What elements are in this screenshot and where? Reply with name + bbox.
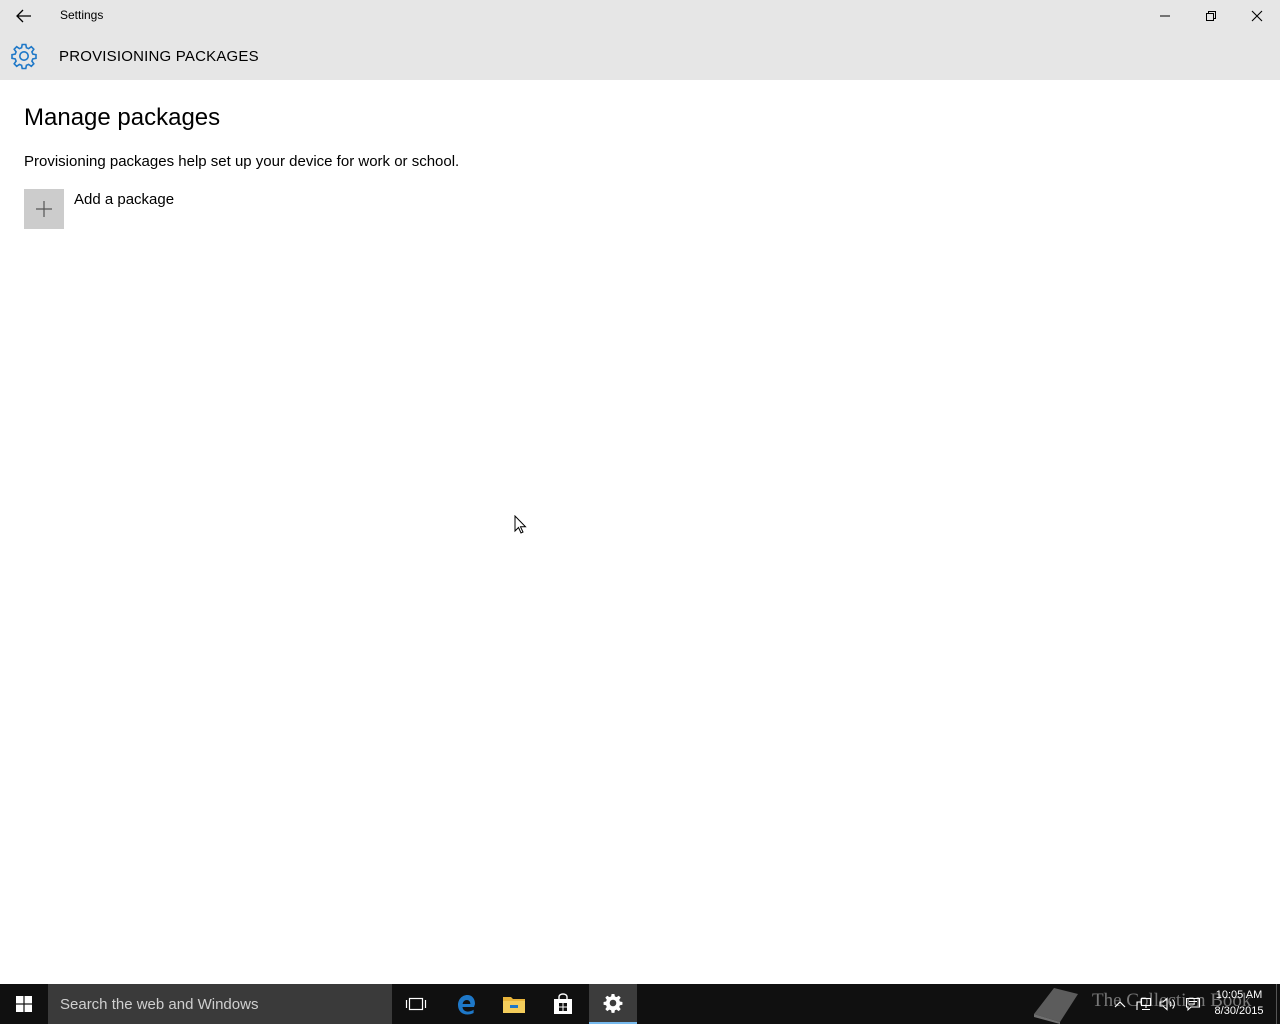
- volume-icon: [1159, 997, 1175, 1011]
- store-icon: [554, 993, 572, 1014]
- start-button[interactable]: [0, 984, 48, 1024]
- network-button[interactable]: [1132, 984, 1156, 1024]
- action-center-button[interactable]: [1181, 984, 1205, 1024]
- clock-date: 8/30/2015: [1214, 1005, 1264, 1017]
- chevron-up-icon: [1114, 1001, 1126, 1008]
- taskbar-store[interactable]: [539, 984, 587, 1024]
- title-bar: Settings: [0, 0, 1280, 32]
- clock-time: 10:05 AM: [1215, 989, 1263, 1001]
- file-explorer-icon: [503, 997, 525, 1013]
- show-hidden-icons-button[interactable]: [1108, 984, 1132, 1024]
- settings-gear-icon: [11, 43, 37, 70]
- close-icon: [1251, 10, 1263, 22]
- taskbar: Search the web and Windows The Collectio…: [0, 984, 1280, 1024]
- minimize-button[interactable]: [1142, 0, 1188, 32]
- task-view-button[interactable]: [392, 984, 440, 1024]
- taskbar-clock[interactable]: 10:05 AM 8/30/2015: [1208, 987, 1270, 1019]
- network-icon: [1136, 997, 1152, 1011]
- taskbar-edge[interactable]: [442, 984, 490, 1024]
- close-button[interactable]: [1234, 0, 1280, 32]
- taskbar-search-box[interactable]: Search the web and Windows: [48, 984, 392, 1024]
- taskbar-file-explorer[interactable]: [490, 984, 538, 1024]
- add-package-tile[interactable]: [24, 189, 64, 229]
- settings-icon: [603, 993, 623, 1013]
- window-title: Settings: [60, 8, 104, 22]
- back-button[interactable]: [0, 0, 48, 32]
- action-center-icon: [1185, 997, 1201, 1011]
- taskbar-settings[interactable]: [589, 984, 637, 1024]
- book-watermark-icon: [1034, 988, 1078, 1024]
- edge-icon: [458, 995, 475, 1015]
- mouse-cursor-icon: [514, 515, 527, 534]
- add-package-label[interactable]: Add a package: [74, 191, 174, 208]
- volume-button[interactable]: [1156, 984, 1180, 1024]
- section-heading: Manage packages: [24, 104, 221, 131]
- plus-icon: [36, 201, 52, 217]
- show-desktop-button[interactable]: [1276, 984, 1280, 1024]
- windows-logo-icon: [16, 996, 32, 1012]
- back-arrow-icon: [16, 9, 31, 23]
- restore-icon: [1206, 11, 1216, 21]
- restore-button[interactable]: [1188, 0, 1234, 32]
- page-title: PROVISIONING PACKAGES: [59, 48, 259, 65]
- page-header: PROVISIONING PACKAGES: [0, 32, 1280, 80]
- section-description: Provisioning packages help set up your d…: [24, 153, 460, 170]
- minimize-icon: [1160, 15, 1170, 17]
- add-package-button[interactable]: Add a package: [24, 189, 224, 229]
- task-view-icon: [405, 997, 427, 1011]
- search-placeholder: Search the web and Windows: [60, 996, 259, 1013]
